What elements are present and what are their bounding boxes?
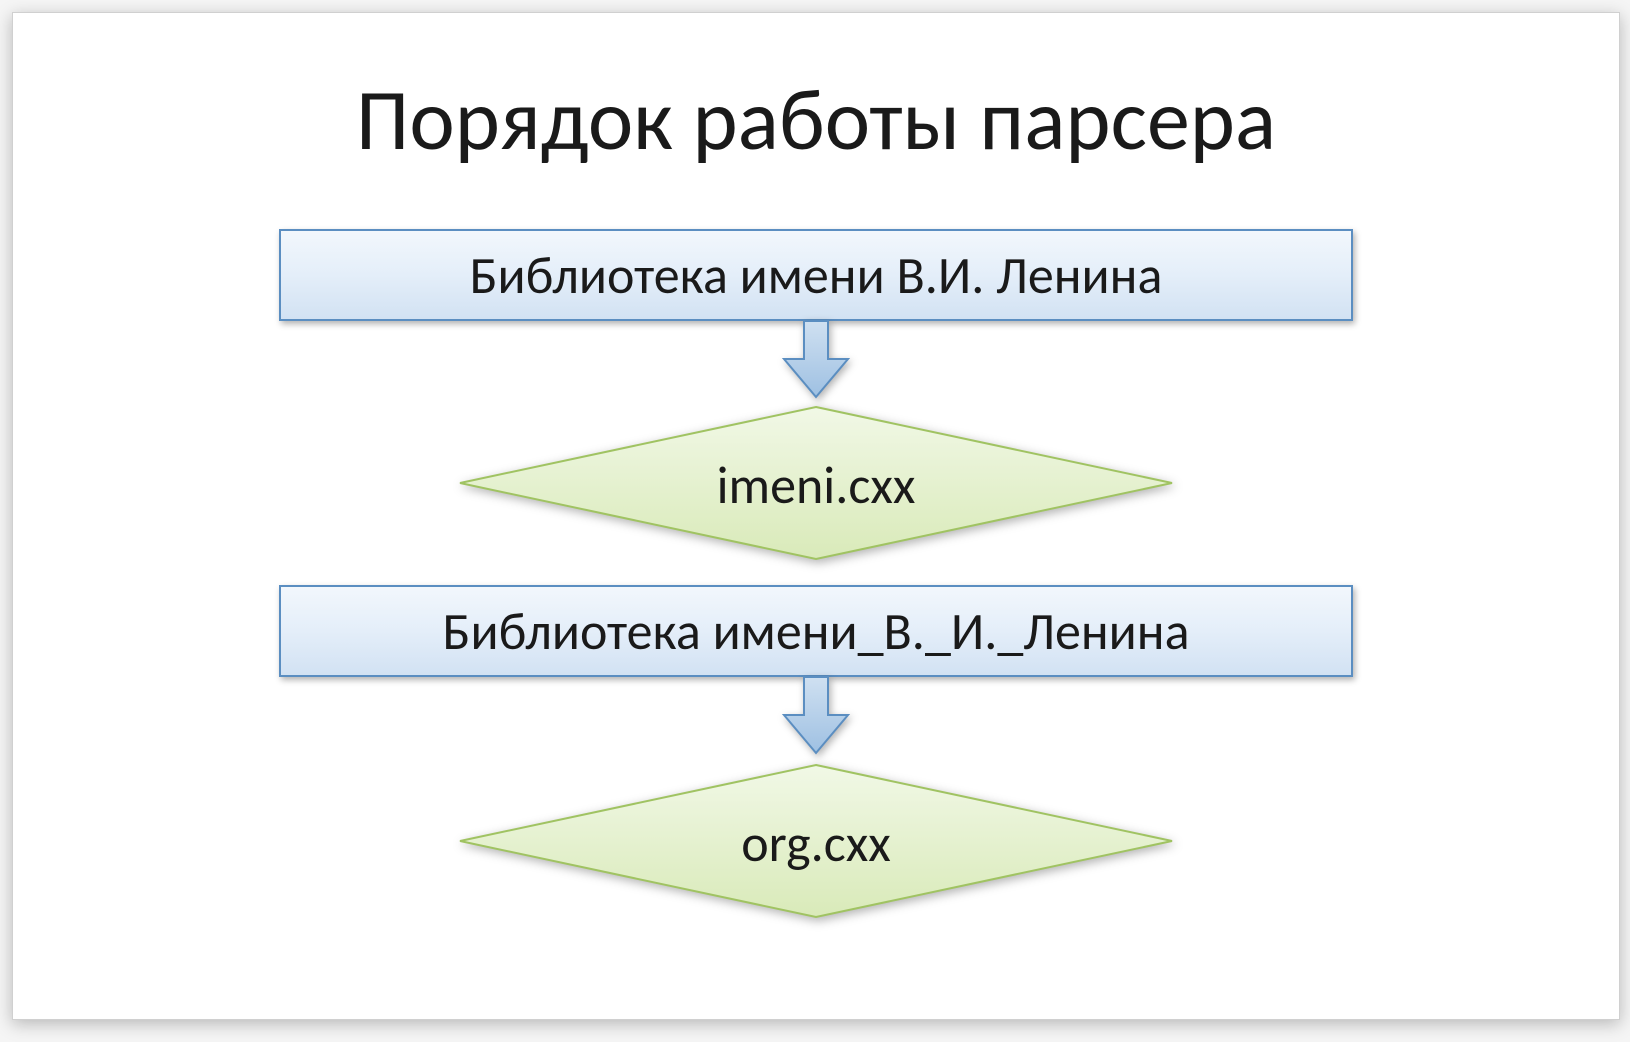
flowchart-step-1: Библиотека имени В.И. Ленина: [279, 229, 1353, 321]
flowchart-step-3-label: Библиотека имени_В._И._Ленина: [443, 599, 1190, 663]
flowchart-arrow-1: [776, 319, 856, 399]
flowchart-step-1-label: Библиотека имени В.И. Ленина: [470, 243, 1163, 307]
diagram-title: Порядок работы парсера: [13, 68, 1619, 173]
flowchart-step-3: Библиотека имени_В._И._Ленина: [279, 585, 1353, 677]
slide-canvas: Порядок работы парсера Библиотека имени …: [12, 12, 1620, 1020]
flowchart-arrow-2: [776, 675, 856, 755]
flowchart-step-2: [456, 403, 1176, 563]
flowchart-step-4: [456, 761, 1176, 921]
